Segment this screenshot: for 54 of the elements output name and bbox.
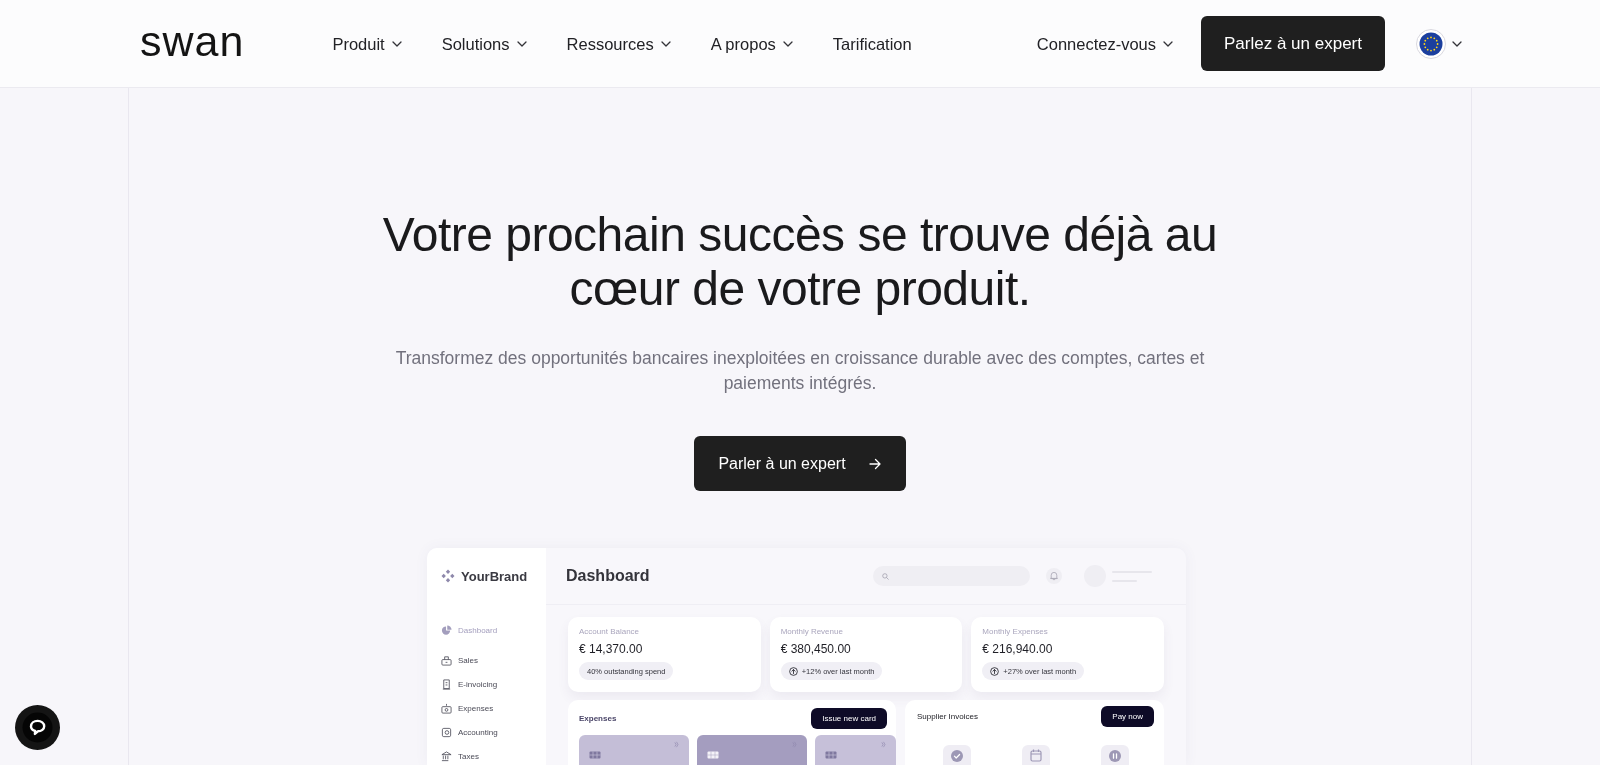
contactless-icon	[881, 741, 886, 748]
receipt-icon	[441, 678, 452, 690]
contactless-icon	[674, 741, 679, 748]
document-icon	[441, 726, 452, 738]
arrow-up-circle-icon	[788, 666, 798, 676]
chat-icon[interactable]	[15, 705, 60, 750]
sidebar-item[interactable]: Sales	[441, 649, 531, 671]
chevron-down-icon[interactable]	[1452, 40, 1462, 47]
arrow-up-circle-icon	[990, 666, 1000, 676]
pay-now-button[interactable]: Pay now	[1101, 706, 1154, 727]
login-link[interactable]: Connectez-vous	[1036, 33, 1174, 54]
sidebar-item[interactable]: E-invoicing	[441, 673, 531, 695]
contact-expert-button[interactable]: Parler à un expert	[694, 436, 906, 491]
panel-title: Supplier Invoices	[917, 712, 978, 721]
dashboard-title: Dashboard	[566, 567, 650, 585]
hero-heading: Votre prochain succès se trouve déjà au cœur de votre produit.	[381, 208, 1219, 316]
panel-title: Expenses	[579, 714, 617, 723]
arrow-right-icon	[868, 457, 881, 470]
swan-logo[interactable]: swan	[140, 20, 245, 67]
bank-icon	[441, 750, 452, 762]
sidebar-item[interactable]: Taxes	[441, 745, 531, 765]
hero-subtitle: Transformez des opportunités bancaires inexploitées en croissance durable avec des comptes, cartes et paiements intégrés.	[394, 347, 1206, 395]
search-field[interactable]	[873, 566, 1030, 586]
stat-label: Monthly Revenue	[780, 627, 844, 637]
stat-value: € 216,940.00	[982, 641, 1054, 657]
cash-register-icon	[441, 654, 452, 666]
nav-link[interactable]: Tarification	[832, 33, 912, 54]
nav-link[interactable]: Solutions	[441, 33, 527, 54]
pie-chart-icon	[441, 624, 452, 636]
chevron-down-icon	[391, 40, 402, 47]
nav-link[interactable]: Produit	[332, 33, 402, 54]
nav-link[interactable]: Ressources	[566, 33, 671, 54]
search-icon	[882, 572, 889, 580]
brand-logo-icon	[441, 569, 455, 583]
box-icon	[441, 702, 452, 714]
chevron-down-icon	[516, 40, 527, 47]
stat-value: € 380,450.00	[780, 641, 852, 657]
chevron-down-icon	[660, 40, 671, 47]
nav-link[interactable]: A propos	[710, 33, 793, 54]
sidebar-item[interactable]: Accounting	[441, 721, 531, 743]
stat-value: € 14,370.00	[579, 641, 644, 657]
sidebar-item[interactable]: Expenses	[441, 697, 531, 719]
brand-name: YourBrand	[461, 568, 528, 584]
calendar-icon	[1021, 745, 1050, 765]
chevron-down-icon	[782, 40, 793, 47]
contact-expert-button[interactable]: Parlez à un expert	[1201, 16, 1385, 71]
stat-label: Account Balance	[579, 627, 641, 637]
stat-label: Monthly Expenses	[982, 627, 1049, 637]
card-chip-icon	[589, 751, 601, 759]
card-chip-icon	[707, 751, 719, 759]
flag-icon[interactable]	[1416, 28, 1446, 59]
issue-card-button[interactable]: Issue new card	[811, 708, 887, 729]
card-chip-icon	[825, 751, 837, 759]
chevron-down-icon	[1163, 40, 1174, 47]
